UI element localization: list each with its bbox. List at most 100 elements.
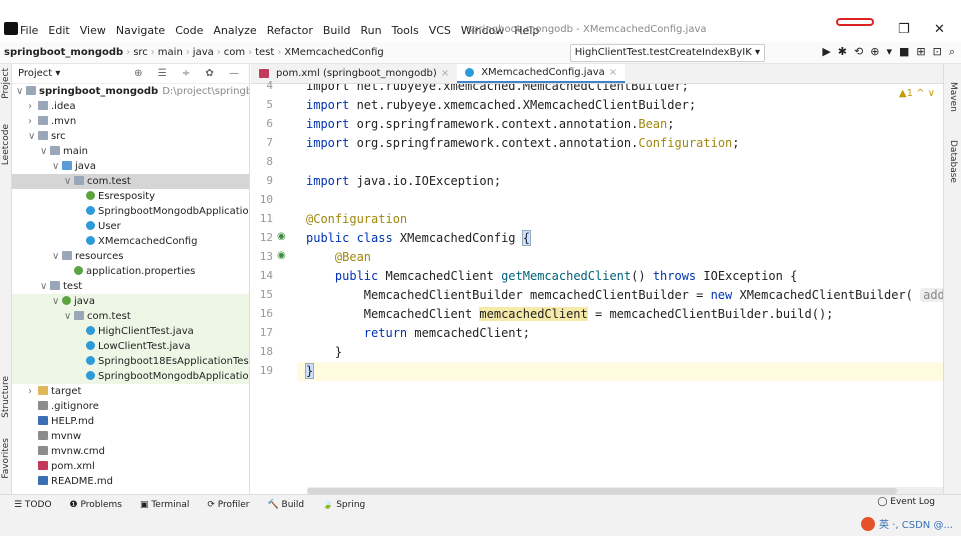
tree-item[interactable]: ∨ java	[12, 159, 249, 174]
tree-item[interactable]: XMemcachedConfig	[12, 234, 249, 249]
close-tab-icon[interactable]: ×	[609, 67, 617, 78]
tree-item[interactable]: › .idea	[12, 99, 249, 114]
more-icon[interactable]: ▾	[886, 45, 892, 59]
menu-run[interactable]: Run	[361, 24, 382, 37]
breadcrumb-item[interactable]: XMemcachedConfig	[284, 47, 383, 58]
debug-icon[interactable]: ✱	[838, 45, 847, 59]
breadcrumb-item[interactable]: com	[224, 47, 245, 58]
breadcrumb-item[interactable]: src	[133, 47, 148, 58]
maven-icon	[38, 461, 48, 470]
breadcrumb-item[interactable]: springboot_mongodb	[4, 47, 123, 58]
tree-item[interactable]: application.properties	[12, 264, 249, 279]
menu-navigate[interactable]: Navigate	[116, 24, 165, 37]
expand-arrow-icon[interactable]: ›	[28, 384, 38, 399]
menu-view[interactable]: View	[80, 24, 106, 37]
tree-item[interactable]: ∨ src	[12, 129, 249, 144]
breadcrumb-item[interactable]: test	[255, 47, 274, 58]
expand-arrow-icon[interactable]: ∨	[52, 294, 62, 309]
menu-tools[interactable]: Tools	[392, 24, 419, 37]
run-configuration-select[interactable]: HighClientTest.testCreateIndexByIK ▾	[569, 44, 765, 62]
coverage-icon[interactable]: ⟲	[854, 45, 863, 59]
breadcrumb-item[interactable]: main	[158, 47, 183, 58]
menu-analyze[interactable]: Analyze	[213, 24, 256, 37]
tree-item[interactable]: › target	[12, 384, 249, 399]
tree-item[interactable]: User	[12, 219, 249, 234]
tree-item[interactable]: .gitignore	[12, 399, 249, 414]
bottom-tool-button[interactable]: 🍃 Spring	[322, 500, 365, 510]
tree-item[interactable]: ∨ test	[12, 279, 249, 294]
expand-arrow-icon[interactable]: ∨	[16, 84, 26, 99]
menu-build[interactable]: Build	[323, 24, 351, 37]
expand-arrow-icon[interactable]: ∨	[52, 159, 62, 174]
favorites-tool-tab[interactable]: Favorites	[1, 438, 11, 479]
window-icon[interactable]: ⊡	[933, 45, 942, 59]
expand-arrow-icon[interactable]: ∨	[64, 174, 74, 189]
menu-edit[interactable]: Edit	[48, 24, 69, 37]
structure-tool-tab[interactable]: Structure	[1, 376, 11, 418]
close-tab-icon[interactable]: ×	[441, 68, 449, 79]
tree-item-label: springboot_mongodb	[39, 86, 159, 97]
expand-arrow-icon[interactable]: ∨	[64, 309, 74, 324]
bottom-tool-button[interactable]: ▣ Terminal	[140, 500, 189, 510]
line-number: 18	[259, 345, 273, 358]
stop-icon[interactable]: ■	[899, 45, 909, 59]
bottom-tool-button[interactable]: ☰ TODO	[14, 500, 52, 510]
code-line: return memcachedClient;	[306, 324, 530, 343]
editor-tab[interactable]: XMemcachedConfig.java ×	[457, 64, 626, 83]
menu-refactor[interactable]: Refactor	[267, 24, 313, 37]
editor-tab[interactable]: pom.xml (springboot_mongodb) ×	[251, 64, 457, 83]
tree-item[interactable]: README.md	[12, 474, 249, 489]
tree-item[interactable]: ∨ main	[12, 144, 249, 159]
minimize-button[interactable]	[836, 18, 874, 26]
project-panel-icons[interactable]: ⊕ ☰ ÷ ✿ —	[134, 68, 245, 79]
menu-code[interactable]: Code	[175, 24, 203, 37]
tree-item[interactable]: mvnw	[12, 429, 249, 444]
tree-item[interactable]: mvnw.cmd	[12, 444, 249, 459]
tree-item[interactable]: › .mvn	[12, 114, 249, 129]
tree-item[interactable]: HighClientTest.java	[12, 324, 249, 339]
breadcrumb-item[interactable]: java	[193, 47, 214, 58]
bottom-tool-button[interactable]: 🔨 Build	[267, 500, 304, 510]
tree-item[interactable]: SpringbootMongodbApplicationT	[12, 369, 249, 384]
profile-icon[interactable]: ⊕	[870, 45, 879, 59]
tree-item[interactable]: ∨ springboot_mongodbD:\project\springboot…	[12, 84, 249, 99]
expand-arrow-icon[interactable]: ›	[28, 114, 38, 129]
line-number: 7	[266, 136, 273, 149]
tree-item[interactable]: ∨ com.test	[12, 309, 249, 324]
bean-gutter-icon[interactable]: ◉	[277, 250, 286, 261]
database-tool-tab[interactable]: Database	[948, 140, 958, 183]
project-tree: ∨ springboot_mongodbD:\project\springboot…	[12, 84, 249, 489]
tree-item[interactable]: LowClientTest.java	[12, 339, 249, 354]
menu-bar: File Edit View Navigate Code Analyze Refactor B…	[20, 24, 539, 37]
bottom-tool-button[interactable]: ❶ Problems	[70, 500, 122, 510]
inspection-warning-indicator[interactable]: ▲1 ^ ∨	[899, 88, 935, 99]
tree-item[interactable]: ∨ java	[12, 294, 249, 309]
expand-arrow-icon[interactable]: ∨	[40, 144, 50, 159]
tree-item[interactable]: Springboot18EsApplicationTests	[12, 354, 249, 369]
code-editor[interactable]: ▲1 ^ ∨ import net.rubyeye.xmemcached.Mem…	[297, 84, 943, 486]
tree-item[interactable]: Esresposity	[12, 189, 249, 204]
menu-file[interactable]: File	[20, 24, 38, 37]
expand-arrow-icon[interactable]: ∨	[52, 249, 62, 264]
tree-item[interactable]: ∨ com.test	[12, 174, 249, 189]
maximize-button[interactable]: ❐	[898, 22, 910, 37]
menu-vcs[interactable]: VCS	[429, 24, 451, 37]
expand-arrow-icon[interactable]: ∨	[28, 129, 38, 144]
run-icon[interactable]: ▶	[822, 45, 830, 59]
search-icon[interactable]: ⌕	[949, 45, 955, 59]
leetcode-tool-tab[interactable]: Leetcode	[1, 124, 11, 165]
project-view-select[interactable]: Project ▾	[18, 68, 60, 79]
tree-item[interactable]: HELP.md	[12, 414, 249, 429]
maven-tool-tab[interactable]: Maven	[948, 82, 958, 112]
expand-arrow-icon[interactable]: ∨	[40, 279, 50, 294]
expand-arrow-icon[interactable]: ›	[28, 99, 38, 114]
close-button[interactable]: ✕	[934, 22, 945, 37]
layout-icon[interactable]: ⊞	[916, 45, 925, 59]
event-log-button[interactable]: ◯ Event Log	[877, 497, 935, 507]
bean-gutter-icon[interactable]: ◉	[277, 231, 286, 242]
bottom-tool-button[interactable]: ⟳ Profiler	[207, 500, 249, 510]
project-tool-tab[interactable]: Project	[1, 68, 11, 99]
tree-item[interactable]: pom.xml	[12, 459, 249, 474]
tree-item[interactable]: SpringbootMongodbApplication	[12, 204, 249, 219]
tree-item[interactable]: ∨ resources	[12, 249, 249, 264]
